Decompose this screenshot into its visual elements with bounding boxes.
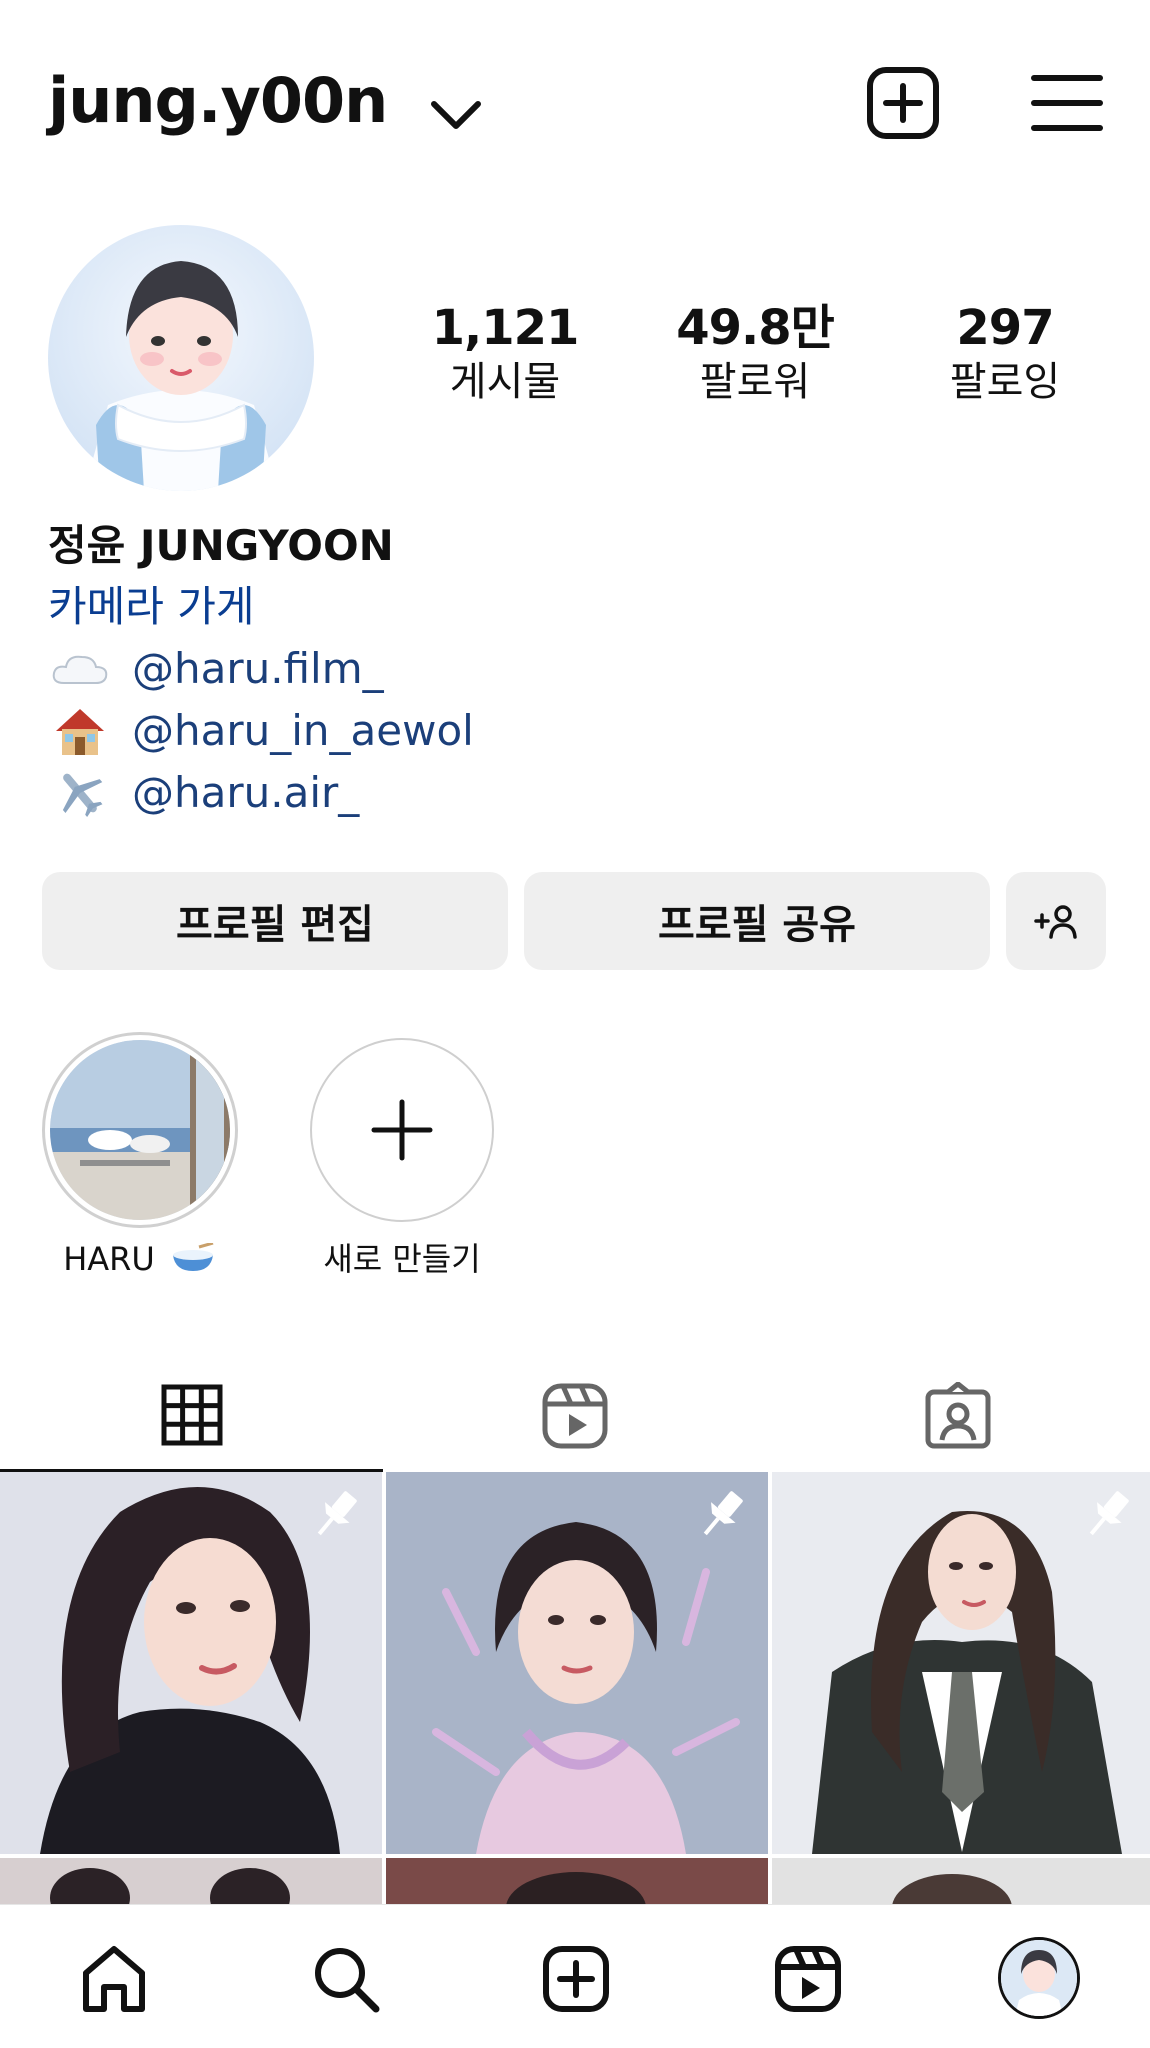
- profile-header: jung.y00n: [0, 0, 1150, 200]
- pinned-post-icon: [317, 1491, 357, 1536]
- airplane-icon: [48, 767, 112, 819]
- bowl-icon: [172, 1243, 214, 1271]
- add-person-icon: [1034, 905, 1077, 939]
- posts-label: 게시물: [449, 359, 561, 405]
- profile-actions: 프로필 편집 프로필 공유: [42, 872, 1108, 970]
- post-thumbnail[interactable]: [386, 1858, 768, 1904]
- stat-following[interactable]: 297 팔로잉: [880, 300, 1130, 408]
- highlight-label: HARU: [40, 1240, 240, 1278]
- share-profile-button[interactable]: 프로필 공유: [524, 872, 990, 970]
- followers-count: 49.8만: [676, 300, 835, 356]
- stat-posts[interactable]: 1,121 게시물: [380, 300, 630, 408]
- nav-search[interactable]: [308, 1941, 384, 2017]
- category-label: 카메라 가게: [48, 582, 255, 631]
- tab-reels[interactable]: [383, 1360, 766, 1472]
- nav-profile[interactable]: [998, 1937, 1080, 2019]
- post-thumbnail[interactable]: [0, 1858, 382, 1904]
- grid-icon: [161, 1384, 222, 1445]
- highlight-ring: [42, 1032, 238, 1228]
- post-grid: [0, 1472, 1150, 1904]
- cloud-icon: [48, 643, 112, 695]
- plus-icon: [371, 1099, 433, 1161]
- highlight-cover-image: [50, 1040, 230, 1220]
- posts-count: 1,121: [431, 300, 580, 356]
- pinned-post-icon: [703, 1491, 743, 1536]
- house-icon: [48, 705, 112, 757]
- profile-avatar[interactable]: [48, 225, 314, 491]
- bottom-navigation: [0, 1904, 1150, 2048]
- nav-reels[interactable]: [770, 1941, 846, 2017]
- following-label: 팔로잉: [949, 359, 1061, 405]
- edit-profile-button[interactable]: 프로필 편집: [42, 872, 508, 970]
- pinned-post-icon: [1089, 1491, 1129, 1536]
- reels-icon: [775, 1946, 841, 2012]
- display-name: 정윤 JUNGYOON: [48, 521, 394, 570]
- profile-stats: 1,121 게시물 49.8만 팔로워 297 팔로잉: [380, 300, 1130, 408]
- search-icon: [315, 1948, 380, 2013]
- new-post-icon[interactable]: [864, 64, 942, 142]
- following-count: 297: [956, 300, 1054, 356]
- chevron-down-icon[interactable]: [428, 98, 484, 132]
- reels-icon: [542, 1383, 607, 1449]
- username-title[interactable]: jung.y00n: [48, 64, 388, 137]
- tab-tagged[interactable]: [766, 1360, 1149, 1472]
- tab-grid[interactable]: [0, 1360, 383, 1472]
- bio-link-air[interactable]: @haru.air_: [48, 762, 1098, 824]
- bio-link-text[interactable]: @haru.film_: [132, 638, 384, 700]
- profile-bio: 정윤 JUNGYOON 카메라 가게 @haru.film_ @haru_in_…: [48, 516, 1098, 824]
- discover-people-button[interactable]: [1006, 872, 1106, 970]
- create-icon: [543, 1946, 609, 2012]
- highlight-new[interactable]: 새로 만들기: [302, 1032, 502, 1280]
- home-icon: [83, 1946, 145, 2012]
- stat-followers[interactable]: 49.8만 팔로워: [630, 300, 880, 408]
- bio-link-aewol[interactable]: @haru_in_aewol: [48, 700, 1098, 762]
- bio-link-text[interactable]: @haru_in_aewol: [132, 700, 474, 762]
- highlight-haru[interactable]: HARU: [40, 1032, 240, 1278]
- menu-icon[interactable]: [1028, 64, 1106, 142]
- post-thumbnail[interactable]: [772, 1858, 1150, 1904]
- tagged-icon: [925, 1382, 990, 1449]
- profile-avatar: [1001, 1940, 1077, 2016]
- new-highlight-ring: [310, 1038, 494, 1222]
- profile-tabs: [0, 1360, 1150, 1472]
- bio-link-film[interactable]: @haru.film_: [48, 638, 1098, 700]
- new-highlight-label: 새로 만들기: [323, 1240, 481, 1278]
- nav-create[interactable]: [538, 1941, 614, 2017]
- nav-home[interactable]: [76, 1941, 152, 2017]
- followers-label: 팔로워: [699, 359, 811, 405]
- bio-link-text[interactable]: @haru.air_: [132, 762, 359, 824]
